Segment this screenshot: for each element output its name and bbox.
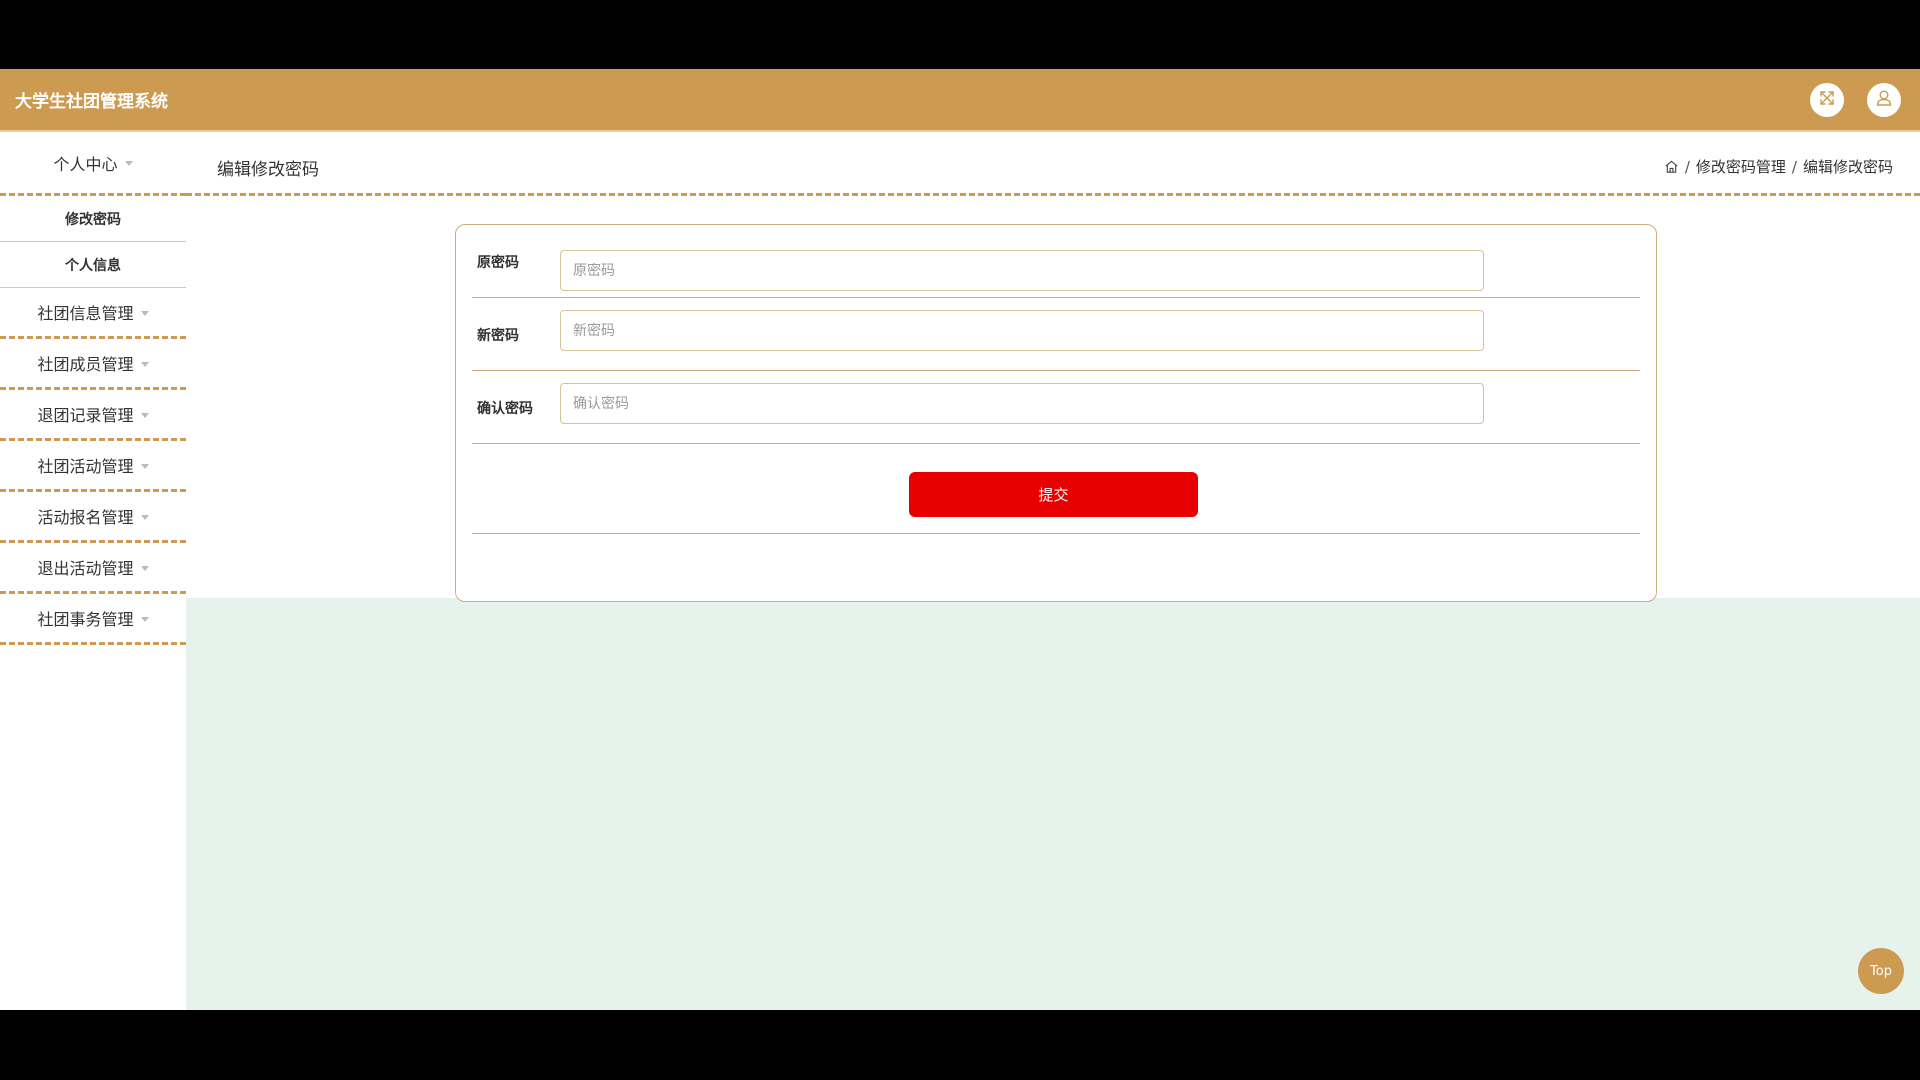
caret-down-icon xyxy=(124,161,133,166)
sidebar-group-label: 社团活动管理 xyxy=(37,457,134,476)
page-header: 编辑修改密码 / 修改密码管理 / 编辑修改密码 xyxy=(186,132,1920,196)
breadcrumb-home[interactable] xyxy=(1664,159,1679,174)
app-title: 大学生社团管理系统 xyxy=(15,92,168,112)
new-password-input[interactable] xyxy=(560,310,1484,351)
breadcrumb-separator: / xyxy=(1791,157,1797,176)
sidebar-item-personal-info[interactable]: 个人信息 xyxy=(0,242,186,288)
sidebar-group-label: 退出活动管理 xyxy=(37,559,134,578)
user-icon xyxy=(1874,88,1894,112)
field-label: 原密码 xyxy=(477,254,519,271)
app-window: 大学生社团管理系统 个人中心 修改密码 个人信息 社团信息管理 社团成员管理 退… xyxy=(0,69,1920,1010)
caret-down-icon xyxy=(140,616,149,622)
submit-button[interactable]: 提交 xyxy=(909,472,1198,517)
sidebar-group-label: 社团事务管理 xyxy=(37,610,134,629)
top-header: 大学生社团管理系统 xyxy=(0,69,1920,132)
back-to-top-button[interactable]: Top xyxy=(1858,948,1904,994)
user-menu-button[interactable] xyxy=(1867,83,1901,117)
breadcrumb-item[interactable]: 修改密码管理 xyxy=(1696,156,1786,177)
breadcrumb-separator: / xyxy=(1684,157,1690,176)
sidebar-group-label: 活动报名管理 xyxy=(37,508,134,527)
fullscreen-button[interactable] xyxy=(1810,83,1844,117)
sidebar-group-activity-signup[interactable]: 活动报名管理 xyxy=(0,492,186,543)
sidebar-group-personal-center[interactable]: 个人中心 xyxy=(0,132,186,196)
caret-down-icon xyxy=(140,310,149,316)
sidebar-item-label: 修改密码 xyxy=(65,211,121,228)
sidebar-group-label: 退团记录管理 xyxy=(37,406,134,425)
field-label: 确认密码 xyxy=(477,400,533,417)
sidebar-group-label: 个人中心 xyxy=(53,154,118,174)
caret-down-icon xyxy=(140,565,149,571)
caret-down-icon xyxy=(140,412,149,418)
sidebar-group-label: 社团成员管理 xyxy=(37,355,134,374)
form-row-old-password: 原密码 xyxy=(472,225,1640,298)
caret-down-icon xyxy=(140,463,149,469)
sidebar-group-withdrawal-records[interactable]: 退团记录管理 xyxy=(0,390,186,441)
sidebar-group-club-info[interactable]: 社团信息管理 xyxy=(0,288,186,339)
sidebar-item-change-password[interactable]: 修改密码 xyxy=(0,196,186,242)
main-content: 编辑修改密码 / 修改密码管理 / 编辑修改密码 原密码 新密码 确认密码 提交 xyxy=(186,132,1920,1010)
sidebar-group-label: 社团信息管理 xyxy=(37,304,134,323)
sidebar-group-activity-exit[interactable]: 退出活动管理 xyxy=(0,543,186,594)
form-actions: 提交 xyxy=(472,456,1640,534)
sidebar-group-club-activities[interactable]: 社团活动管理 xyxy=(0,441,186,492)
content-background xyxy=(186,598,1920,1010)
fullscreen-icon xyxy=(1817,88,1837,112)
sidebar-menu: 个人中心 修改密码 个人信息 社团信息管理 社团成员管理 退团记录管理 社团活动… xyxy=(0,132,186,1010)
sidebar-item-label: 个人信息 xyxy=(65,257,121,274)
form-row-new-password: 新密码 xyxy=(472,298,1640,371)
form-row-confirm-password: 确认密码 xyxy=(472,371,1640,444)
breadcrumb-current: 编辑修改密码 xyxy=(1802,158,1893,176)
old-password-input[interactable] xyxy=(560,250,1484,291)
page-title: 编辑修改密码 xyxy=(217,160,319,180)
password-form-card: 原密码 新密码 确认密码 提交 xyxy=(455,224,1657,602)
breadcrumb: / 修改密码管理 / 编辑修改密码 xyxy=(1664,156,1893,177)
caret-down-icon xyxy=(140,514,149,520)
sidebar-group-club-affairs[interactable]: 社团事务管理 xyxy=(0,594,186,645)
field-label: 新密码 xyxy=(477,327,519,344)
confirm-password-input[interactable] xyxy=(560,383,1484,424)
sidebar-group-club-members[interactable]: 社团成员管理 xyxy=(0,339,186,390)
caret-down-icon xyxy=(140,361,149,367)
home-icon xyxy=(1664,159,1679,174)
